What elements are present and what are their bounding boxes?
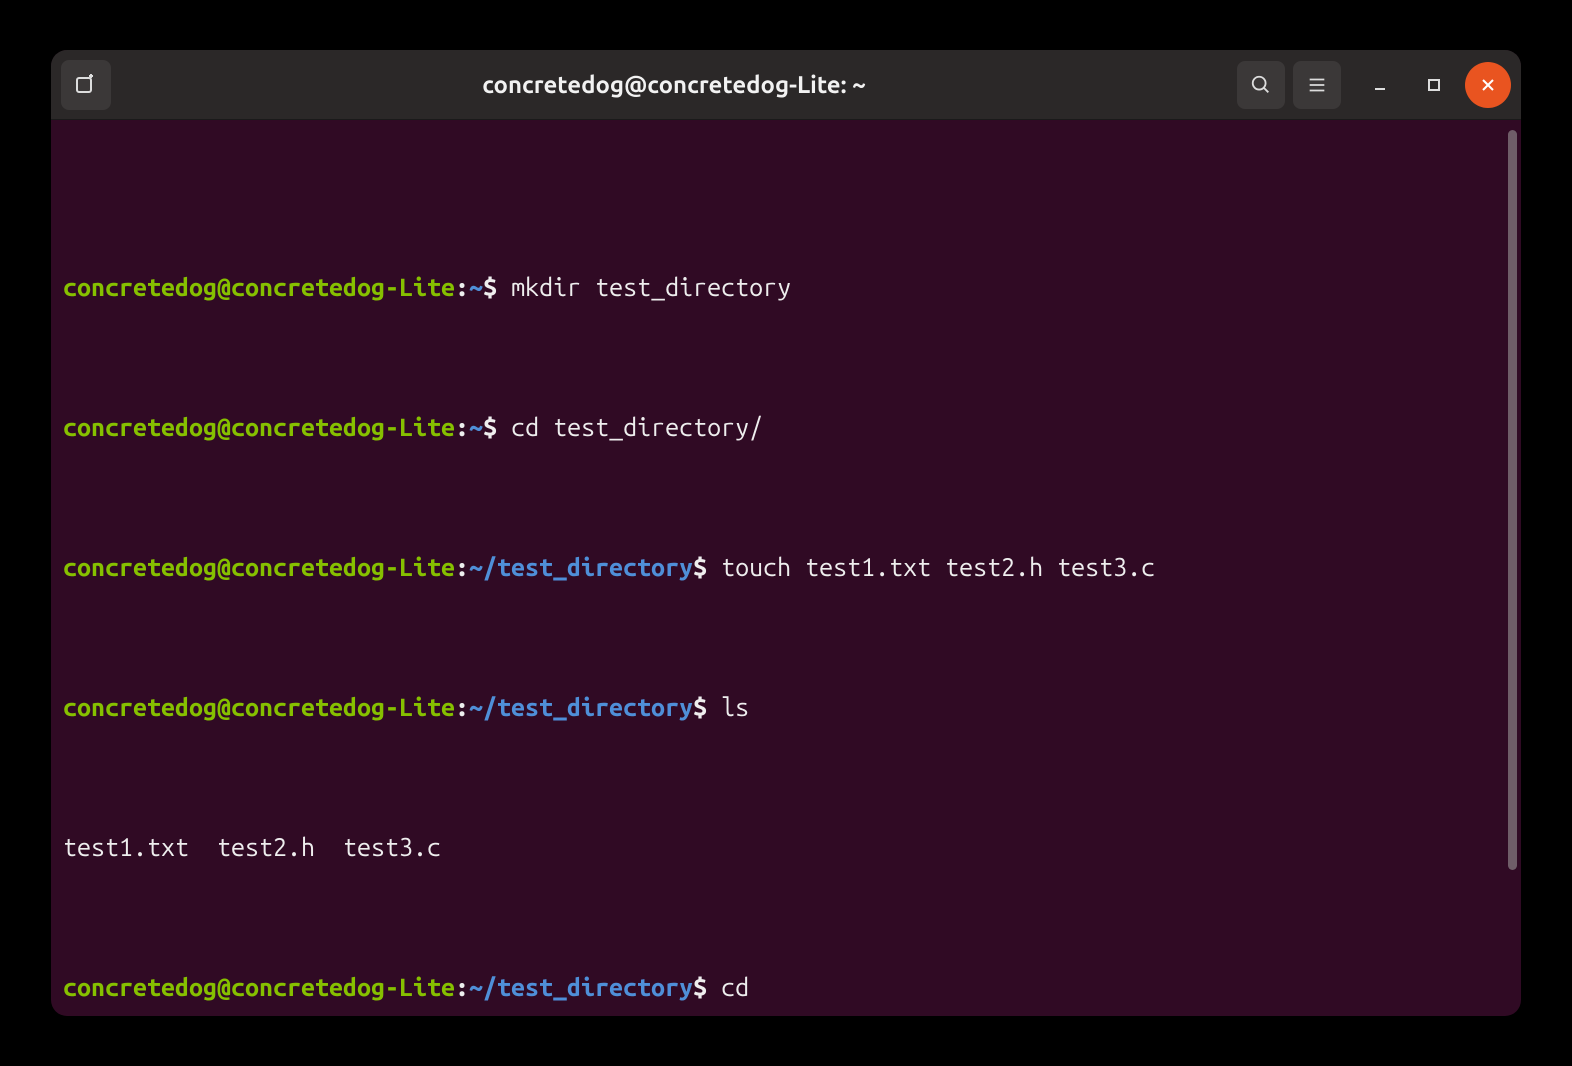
prompt-userhost: concretedog@concretedog-Lite xyxy=(63,273,455,301)
prompt-userhost: concretedog@concretedog-Lite xyxy=(63,973,455,1001)
cmd-touch: touch test1.txt test2.h test3.c xyxy=(721,553,1155,581)
prompt-sep: : xyxy=(455,553,469,581)
titlebar: concretedog@concretedog-Lite: ~ xyxy=(51,50,1521,120)
search-icon xyxy=(1250,74,1272,96)
scrollbar[interactable] xyxy=(1508,130,1517,870)
prompt-path: ~ xyxy=(469,273,483,301)
prompt-dollar: $ xyxy=(693,973,721,1001)
prompt-dollar: $ xyxy=(483,413,511,441)
new-tab-icon xyxy=(74,73,98,97)
terminal-window: concretedog@concretedog-Lite: ~ xyxy=(51,50,1521,1016)
window-controls xyxy=(1357,62,1511,108)
close-button[interactable] xyxy=(1465,62,1511,108)
prompt-path: ~/test_directory xyxy=(469,553,693,581)
new-tab-button[interactable] xyxy=(61,60,111,110)
prompt-path: ~ xyxy=(469,413,483,441)
prompt-userhost: concretedog@concretedog-Lite xyxy=(63,693,455,721)
maximize-icon xyxy=(1427,78,1441,92)
prompt-dollar: $ xyxy=(693,693,721,721)
cmd-mkdir: mkdir test_directory xyxy=(511,273,791,301)
prompt-path: ~/test_directory xyxy=(469,693,693,721)
prompt-sep: : xyxy=(455,973,469,1001)
output-ls-testdir: test1.txt test2.h test3.c xyxy=(63,830,1509,865)
cmd-cd-home: cd xyxy=(721,973,749,1001)
search-button[interactable] xyxy=(1237,61,1285,109)
prompt-sep: : xyxy=(455,693,469,721)
prompt-line: concretedog@concretedog-Lite:~/test_dire… xyxy=(63,690,1509,725)
prompt-line: concretedog@concretedog-Lite:~$ cd test_… xyxy=(63,410,1509,445)
cmd-ls1: ls xyxy=(721,693,749,721)
cmd-cd-testdir: cd test_directory/ xyxy=(511,413,763,441)
close-icon xyxy=(1481,78,1495,92)
terminal-content[interactable]: concretedog@concretedog-Lite:~$ mkdir te… xyxy=(51,120,1521,1016)
prompt-line: concretedog@concretedog-Lite:~/test_dire… xyxy=(63,550,1509,585)
prompt-userhost: concretedog@concretedog-Lite xyxy=(63,413,455,441)
prompt-path: ~/test_directory xyxy=(469,973,693,1001)
prompt-userhost: concretedog@concretedog-Lite xyxy=(63,553,455,581)
maximize-button[interactable] xyxy=(1411,62,1457,108)
menu-button[interactable] xyxy=(1293,61,1341,109)
prompt-dollar: $ xyxy=(483,273,511,301)
minimize-button[interactable] xyxy=(1357,62,1403,108)
hamburger-icon xyxy=(1306,74,1328,96)
prompt-dollar: $ xyxy=(693,553,721,581)
prompt-line: concretedog@concretedog-Lite:~$ mkdir te… xyxy=(63,270,1509,305)
prompt-sep: : xyxy=(455,273,469,301)
prompt-sep: : xyxy=(455,413,469,441)
prompt-line: concretedog@concretedog-Lite:~/test_dire… xyxy=(63,970,1509,1005)
minimize-icon xyxy=(1372,77,1388,93)
window-title: concretedog@concretedog-Lite: ~ xyxy=(119,71,1229,98)
